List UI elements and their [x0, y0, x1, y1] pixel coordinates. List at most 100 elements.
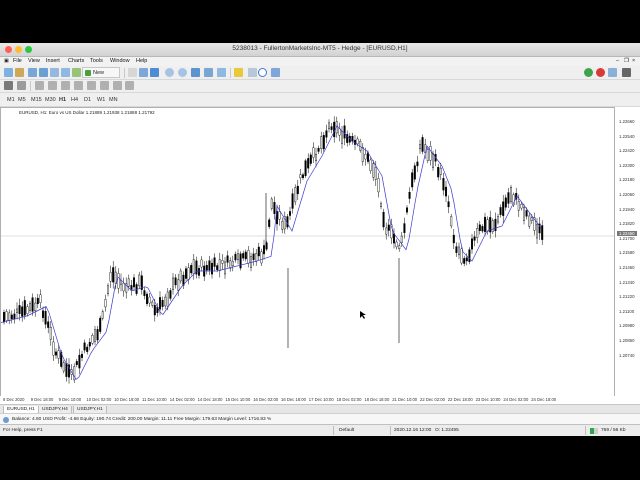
price-tick: 1.21220 — [619, 294, 635, 300]
candle-body — [478, 224, 481, 231]
crosshair-icon[interactable] — [17, 81, 26, 90]
zoom-in-icon[interactable] — [165, 68, 174, 77]
candle-body — [8, 312, 11, 322]
candle-body — [15, 308, 18, 313]
algo-trading-icon[interactable] — [128, 68, 137, 77]
data-window-icon[interactable] — [39, 68, 48, 77]
candle-body — [268, 219, 271, 227]
candle-body — [408, 192, 411, 199]
profiles-icon[interactable] — [15, 68, 24, 77]
text-tool-icon[interactable] — [100, 81, 109, 90]
candle-body — [393, 233, 396, 244]
candle-body — [49, 327, 52, 340]
periods-icon[interactable] — [258, 68, 267, 77]
status-separator — [390, 426, 391, 435]
new-chart-icon[interactable] — [4, 68, 13, 77]
shapes-icon[interactable] — [113, 81, 122, 90]
strategy-tester-icon[interactable] — [72, 68, 81, 77]
menu-view[interactable]: View — [28, 58, 40, 64]
candle-body — [247, 250, 250, 264]
candle-body — [465, 257, 468, 262]
cursor-icon[interactable] — [4, 81, 13, 90]
menu-charts[interactable]: Charts — [68, 58, 84, 64]
candle-body — [497, 216, 500, 223]
status-profile[interactable]: Default — [339, 428, 354, 433]
market-watch-icon[interactable] — [28, 68, 37, 77]
arrows-icon[interactable] — [125, 81, 134, 90]
status-datetime: 2020.12.16 12:00 — [394, 428, 432, 433]
candle-body — [278, 211, 281, 220]
price-chart[interactable]: EURUSD, H1: Euro vs US Dollar 1.21889 1.… — [0, 107, 615, 397]
candle-body — [517, 201, 520, 211]
candlestick-plot[interactable] — [1, 108, 614, 396]
menu-file[interactable]: File — [13, 58, 22, 64]
menu-help[interactable]: Help — [136, 58, 147, 64]
candle-body — [437, 167, 440, 178]
price-tick: 1.21940 — [619, 206, 635, 212]
timeframe-h1[interactable]: H1 — [59, 97, 66, 103]
close-chart-icon[interactable]: × — [632, 58, 635, 64]
candle-body — [179, 270, 182, 282]
price-tick: 1.22180 — [619, 177, 635, 183]
search-icon[interactable] — [622, 68, 631, 77]
timeframe-h4[interactable]: H4 — [71, 97, 78, 103]
menu-window[interactable]: Window — [110, 58, 130, 64]
candle-body — [138, 274, 141, 287]
candle-body — [80, 353, 83, 358]
time-tick: 21 Dec 10:00 — [392, 397, 418, 402]
timeframe-m15[interactable]: M15 — [31, 97, 42, 103]
vertical-line-icon[interactable] — [35, 81, 44, 90]
fibonacci-icon[interactable] — [87, 81, 96, 90]
candle-body — [491, 220, 494, 232]
minimize-chart-icon[interactable]: – — [616, 58, 619, 64]
candlestick-chart-icon[interactable] — [150, 68, 159, 77]
timeframe-d1[interactable]: D1 — [84, 97, 91, 103]
toolbox-icon[interactable] — [61, 68, 70, 77]
candle-body — [374, 167, 377, 180]
templates-icon[interactable] — [248, 68, 257, 77]
timeframe-m1[interactable]: M1 — [7, 97, 15, 103]
standard-toolbar: New Order — [0, 66, 640, 87]
candle-body — [78, 354, 81, 369]
timeframe-w1[interactable]: W1 — [97, 97, 105, 103]
candle-body — [122, 283, 125, 292]
screenshot-icon[interactable] — [271, 68, 280, 77]
equidistant-channel-icon[interactable] — [74, 81, 83, 90]
restore-chart-icon[interactable]: ❐ — [624, 58, 629, 64]
price-scale[interactable]: 1.22660 1.22540 1.22420 1.22300 1.22180 1.220… — [615, 107, 640, 397]
candle-body — [229, 260, 232, 269]
candle-body — [494, 218, 497, 232]
time-scale[interactable]: 8 Dec 2020 9 Dec 18:00 9 Dec 10:00 10 Dec 0… — [0, 396, 640, 404]
app-icon[interactable]: ▣ — [4, 58, 9, 64]
menu-tools[interactable]: Tools — [90, 58, 103, 64]
timeframe-m5[interactable]: M5 — [18, 97, 26, 103]
timeframe-mn[interactable]: MN — [109, 97, 118, 103]
navigator-icon[interactable] — [50, 68, 59, 77]
tile-windows-icon[interactable] — [191, 68, 200, 77]
chart-shift-icon[interactable] — [217, 68, 226, 77]
horizontal-line-icon[interactable] — [48, 81, 57, 90]
timeframe-m30[interactable]: M30 — [45, 97, 56, 103]
status-separator — [333, 426, 334, 435]
signals-icon[interactable] — [584, 68, 593, 77]
candle-body — [502, 201, 505, 216]
new-order-button[interactable]: New Order — [82, 67, 120, 87]
trendline-icon[interactable] — [61, 81, 70, 90]
candle-body — [213, 257, 216, 267]
indicators-icon[interactable] — [234, 68, 243, 77]
candle-body — [23, 300, 26, 316]
candle-body — [315, 153, 318, 162]
zoom-out-icon[interactable] — [178, 68, 187, 77]
candle-body — [411, 172, 414, 188]
candle-body — [403, 223, 406, 233]
auto-scroll-icon[interactable] — [204, 68, 213, 77]
candle-body — [153, 305, 156, 316]
chart-tabs: EURUSD,H1 USDJPY,H4 USDJPY,H1 — [0, 404, 640, 414]
price-tick: 1.21100 — [619, 308, 635, 314]
candle-body — [65, 362, 68, 377]
candle-body — [13, 313, 16, 320]
market-icon[interactable] — [596, 68, 605, 77]
bar-chart-icon[interactable] — [139, 68, 148, 77]
vps-icon[interactable] — [608, 68, 617, 77]
menu-insert[interactable]: Insert — [46, 58, 60, 64]
